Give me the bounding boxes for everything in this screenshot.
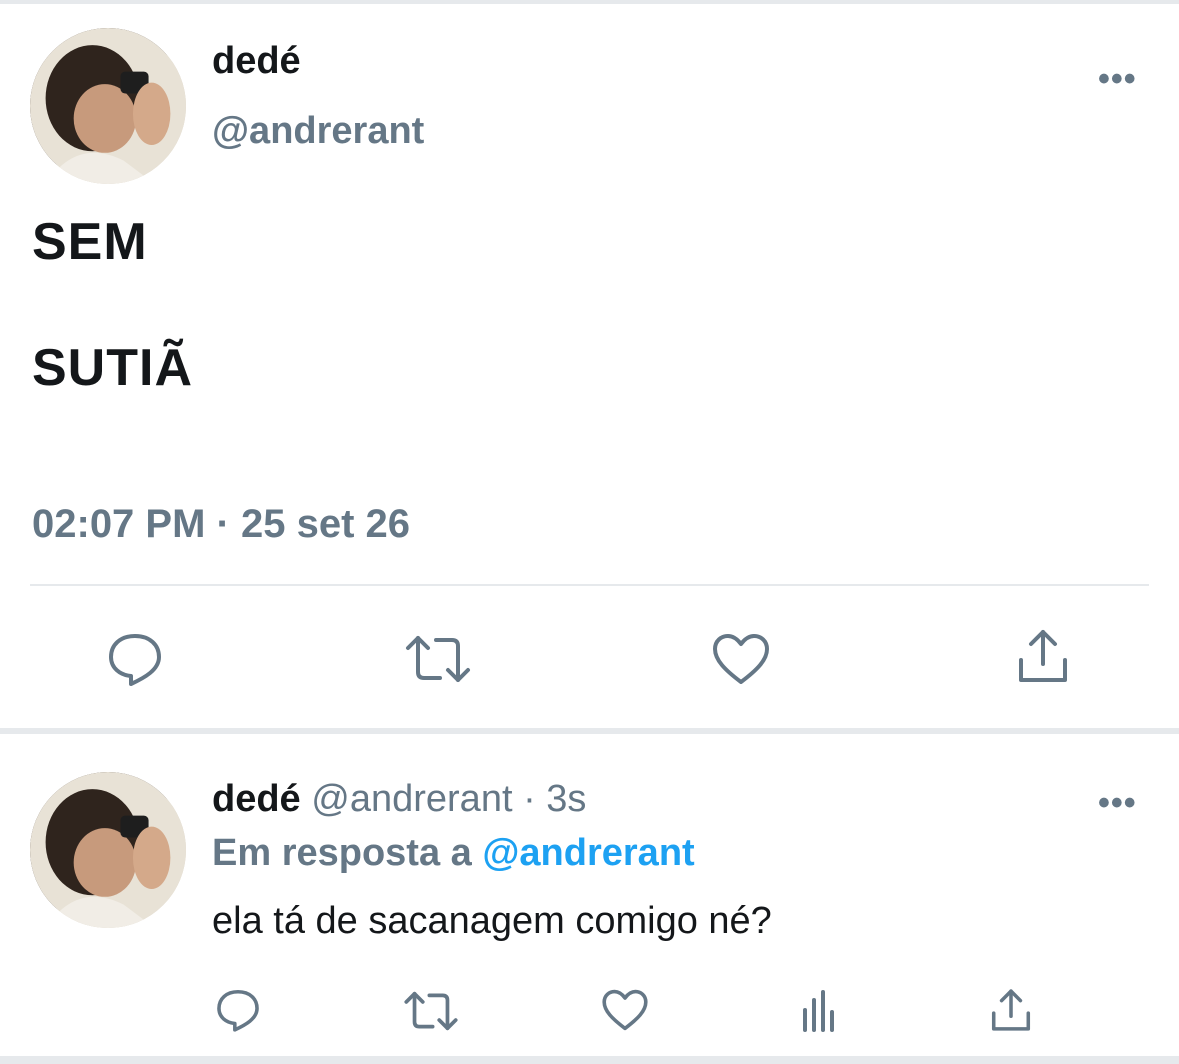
user-handle[interactable]: @andrerant xyxy=(212,110,424,153)
reply-age[interactable]: 3s xyxy=(546,778,586,820)
in-reply-to-mention[interactable]: @andrerant xyxy=(482,832,694,874)
analytics-icon[interactable] xyxy=(796,986,842,1034)
tweet-text-line-1: SEM xyxy=(32,213,148,271)
reply-header: dedé @andrerant · 3s xyxy=(212,778,586,821)
top-divider xyxy=(0,0,1179,4)
reply-more-options-icon[interactable]: ••• xyxy=(1098,786,1137,820)
section-divider xyxy=(0,728,1179,734)
reply-reply-icon[interactable] xyxy=(210,984,266,1036)
bottom-divider xyxy=(0,1056,1179,1064)
tweet-timestamp[interactable]: 02:07 PM · 25 set 26 xyxy=(32,502,410,547)
reply-share-icon[interactable] xyxy=(984,984,1038,1036)
like-icon[interactable] xyxy=(708,628,774,690)
reply-handle[interactable]: @andrerant xyxy=(311,778,512,820)
display-name[interactable]: dedé xyxy=(212,40,301,83)
reply-display-name[interactable]: dedé xyxy=(212,778,301,820)
retweet-icon[interactable] xyxy=(402,630,474,688)
actions-divider xyxy=(30,584,1149,586)
tweet-text-line-2: SUTIÃ xyxy=(32,339,193,397)
reply-avatar[interactable] xyxy=(30,772,186,928)
reply-like-icon[interactable] xyxy=(598,984,652,1036)
share-icon[interactable] xyxy=(1010,624,1076,688)
avatar[interactable] xyxy=(30,28,186,184)
in-reply-to-label: Em resposta a xyxy=(212,832,472,874)
reply-icon[interactable] xyxy=(100,628,170,690)
avatar-photo xyxy=(30,28,186,184)
reply-separator: · xyxy=(523,778,536,820)
in-reply-to: Em resposta a @andrerant xyxy=(212,832,695,875)
more-options-icon[interactable]: ••• xyxy=(1098,62,1137,96)
avatar-photo xyxy=(30,772,186,928)
reply-text: ela tá de sacanagem comigo né? xyxy=(212,900,772,942)
reply-retweet-icon[interactable] xyxy=(400,986,462,1036)
